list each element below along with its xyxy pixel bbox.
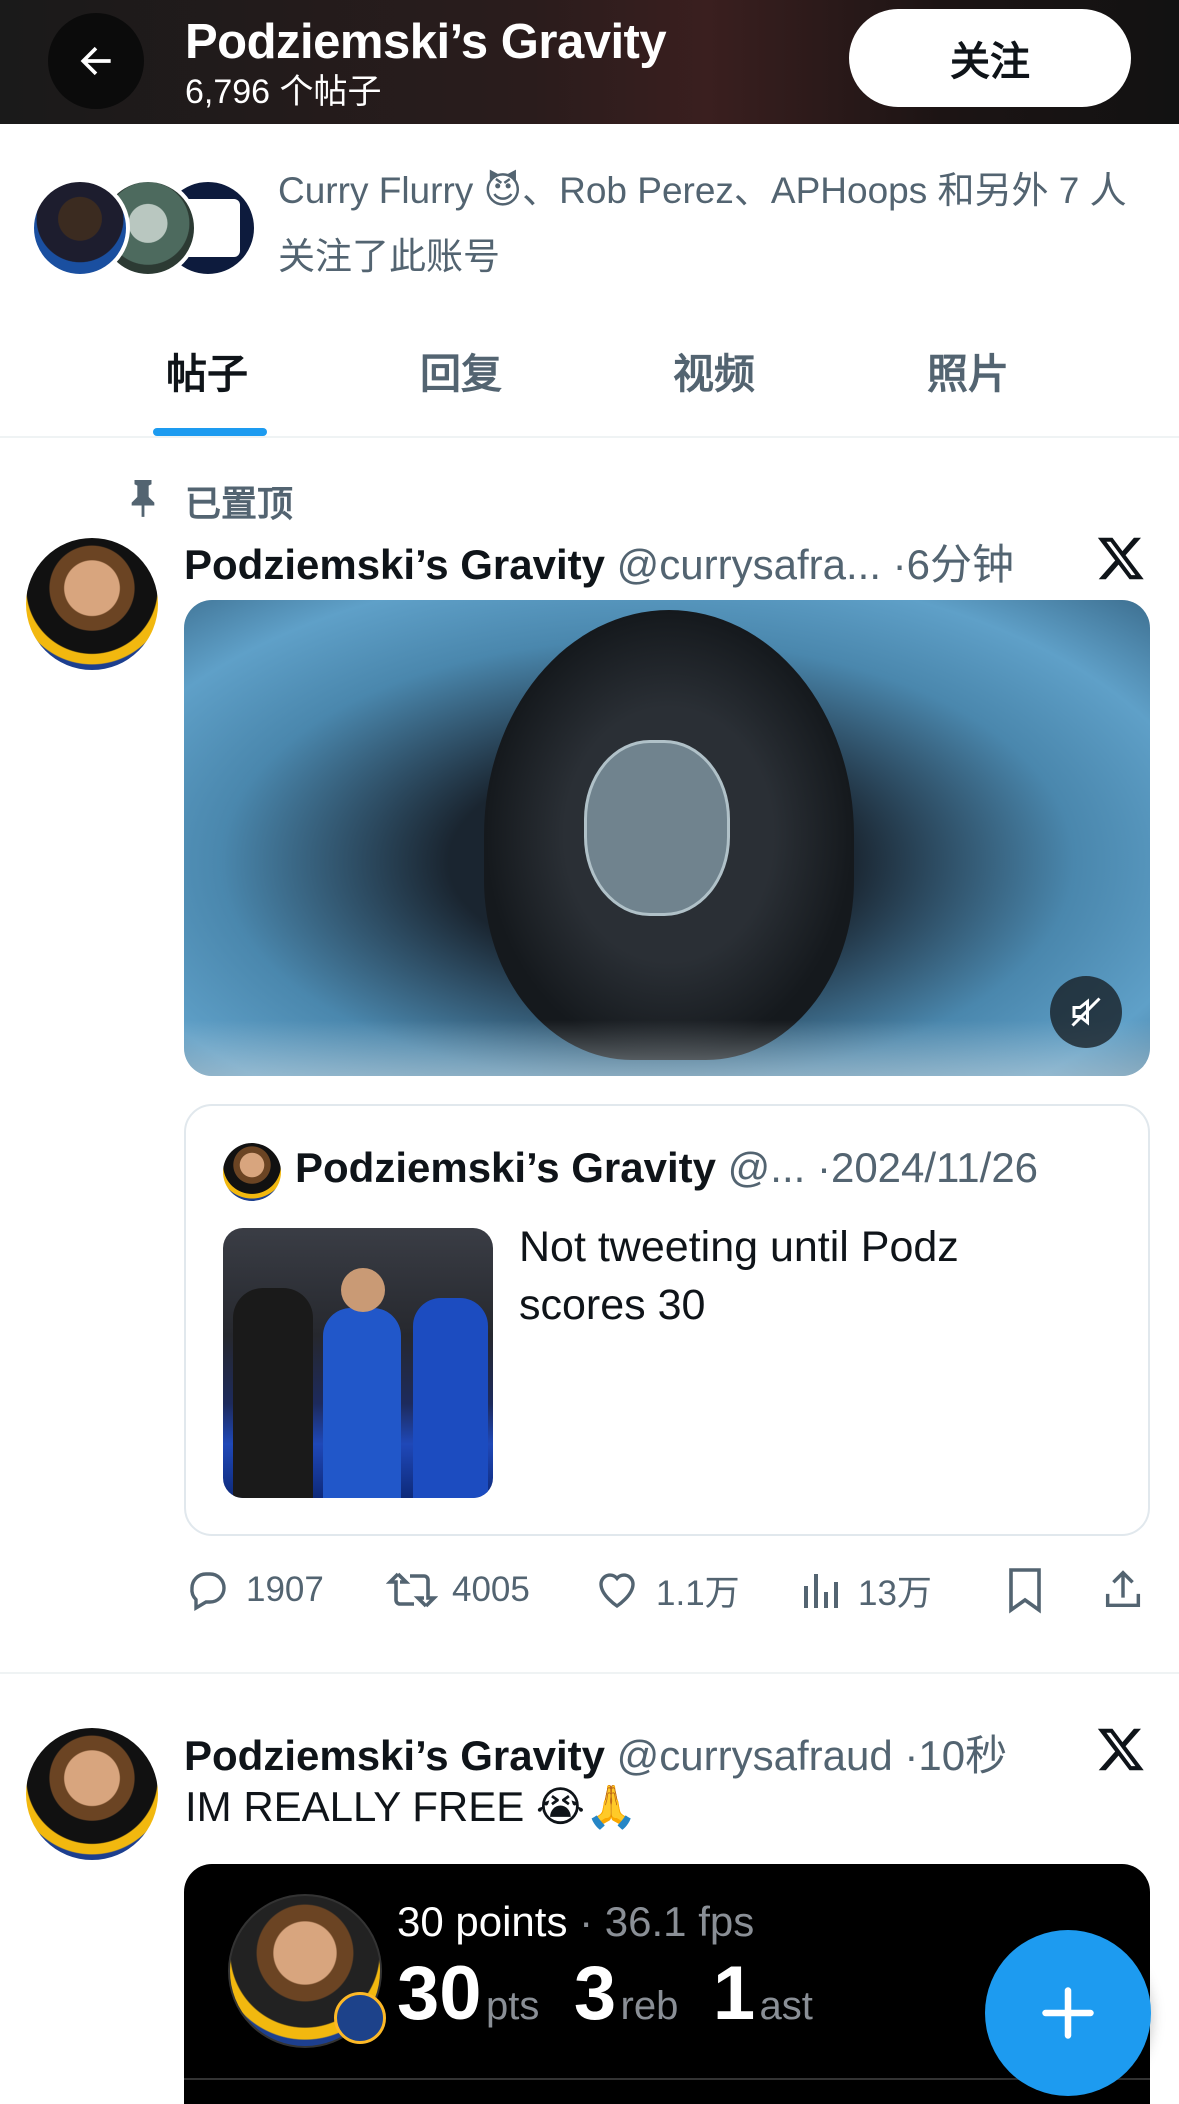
reply-button[interactable]: 1907 [184, 1565, 324, 1615]
repost-count: 4005 [452, 1570, 530, 1609]
points-value: 30 [397, 1951, 482, 2036]
heart-icon [599, 1573, 635, 1609]
tab-photos[interactable]: 照片 [927, 340, 1009, 400]
repost-button[interactable]: 4005 [386, 1565, 530, 1615]
quoted-author-handle: @... [727, 1144, 806, 1191]
author-handle[interactable]: @currysafra... [617, 541, 881, 588]
pinned-label: 已置顶 [185, 483, 294, 524]
author-name[interactable]: Podziemski’s Gravity [184, 1732, 605, 1779]
reply-icon [190, 1572, 226, 1612]
profile-name: Podziemski’s Gravity [185, 15, 667, 69]
tab-replies[interactable]: 回复 [420, 340, 502, 400]
view-count: 13万 [858, 1573, 932, 1613]
plus-icon [1042, 1987, 1094, 2039]
author-avatar[interactable] [26, 1728, 158, 1860]
quoted-header: Podziemski’s Gravity @... ·2024/11/26 [295, 1144, 1038, 1192]
like-count: 1.1万 [656, 1573, 740, 1613]
quoted-text: Not tweeting until Podz scores 30 [519, 1223, 959, 1329]
follow-button[interactable]: 关注 [849, 9, 1131, 107]
mute-toggle[interactable] [1050, 976, 1122, 1048]
post-header: Podziemski’s Gravity @currysafra... ·6分钟 [184, 531, 1014, 592]
post-time[interactable]: ·10秒 [904, 1732, 1007, 1779]
pin-icon [131, 480, 155, 517]
post-header: Podziemski’s Gravity @currysafraud ·10秒 [184, 1722, 1007, 1783]
quoted-date: ·2024/11/26 [816, 1144, 1039, 1191]
quoted-author-name: Podziemski’s Gravity [295, 1144, 716, 1191]
author-handle[interactable]: @currysafraud [617, 1732, 893, 1779]
bookmark-button[interactable] [1003, 1565, 1061, 1615]
share-icon [1105, 1570, 1141, 1608]
author-avatar[interactable] [26, 538, 158, 670]
x-logo-icon [1097, 1728, 1144, 1771]
share-button[interactable] [1100, 1565, 1160, 1615]
arrow-left-icon [80, 46, 111, 76]
bookmark-icon [1009, 1568, 1041, 1614]
stat-fps: · 36.1 fps [579, 1898, 755, 1945]
pinned-video[interactable] [184, 600, 1150, 1076]
tab-videos[interactable]: 视频 [673, 340, 755, 400]
repost-icon [386, 1572, 438, 1608]
back-button[interactable] [48, 13, 144, 109]
quoted-author-avatar [223, 1143, 281, 1201]
assists-value: 1 [712, 1951, 756, 2036]
stat-title: 30 points [397, 1898, 568, 1945]
quoted-image[interactable] [223, 1228, 493, 1498]
rebounds-label: reb [620, 1984, 679, 2028]
post-count: 6,796 个帖子 [185, 73, 382, 111]
speaker-muted-icon [1071, 997, 1101, 1027]
views-button[interactable]: 13万 [800, 1565, 932, 1615]
followers-you-know[interactable]: Curry Flurry 😈、Rob Perez、APHoops 和另外 7 人… [278, 158, 1158, 290]
tweet-text: IM REALLY FREE 😭🙏 [185, 1783, 638, 1830]
post-time[interactable]: ·6分钟 [893, 541, 1014, 588]
assists-label: ast [759, 1984, 813, 2028]
compose-post-button[interactable] [985, 1930, 1151, 2096]
x-logo-icon [1097, 537, 1144, 580]
points-label: pts [486, 1984, 540, 2028]
author-name[interactable]: Podziemski’s Gravity [184, 541, 605, 588]
post-divider [0, 1672, 1179, 1674]
tab-posts[interactable]: 帖子 [166, 340, 248, 400]
tabs-divider [0, 436, 1179, 438]
active-tab-indicator [153, 428, 267, 436]
analytics-icon [804, 1574, 838, 1608]
rebounds-value: 3 [573, 1951, 617, 2036]
like-button[interactable]: 1.1万 [592, 1565, 740, 1615]
follower-avatar[interactable] [30, 178, 130, 278]
reply-count: 1907 [246, 1570, 324, 1609]
